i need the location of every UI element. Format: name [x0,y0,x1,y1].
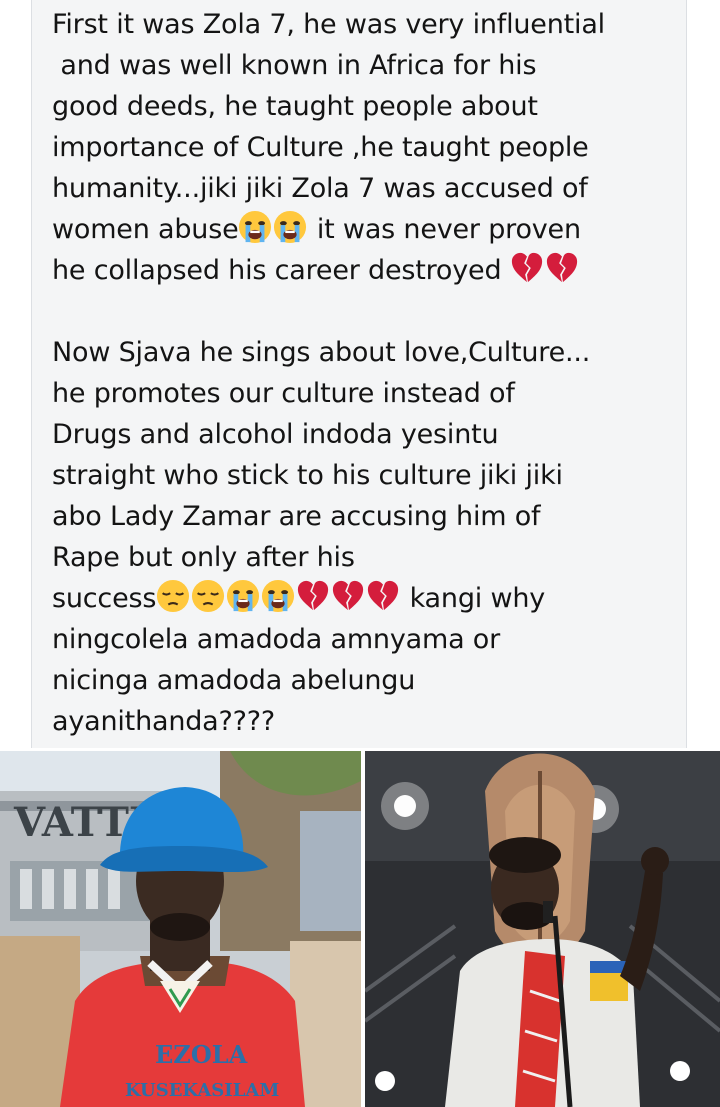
crying-face-icon [227,579,260,613]
text-line: abo Lady Zamar are accusing him of [52,501,541,532]
broken-heart-icon [511,252,542,283]
text-line: ningcolela amadoda amnyama or [52,624,501,655]
text-line: humanity...jiki jiki Zola 7 was accused … [52,173,588,204]
text-line: First it was Zola 7, he was very influen… [52,9,605,40]
text-line-with-emoji: women abuse it was never proven [52,209,682,250]
photo-sjava[interactable] [365,751,720,1107]
pensive-face-icon [192,579,225,613]
text-line: nicinga amadoda abelungu [52,665,416,696]
shirt-text: EZOLA [155,1040,248,1069]
crying-face-icon [274,210,307,244]
photo-collage: VATTER EZOLA KUSEKASILAM [0,751,720,1107]
text-fragment: he collapsed his career destroyed [52,255,510,286]
text-line: Drugs and alcohol indoda yesintu [52,419,499,450]
text-fragment: success [52,583,157,614]
text-fragment: kangi why [401,583,546,614]
photo-sjava-image [365,751,720,1107]
photo-zola-7-image: VATTER EZOLA KUSEKASILAM [0,751,361,1107]
text-line: and was well known in Africa for his [52,50,537,81]
text-line: straight who stick to his culture jiki j… [52,460,563,491]
text-line-with-emoji: he collapsed his career destroyed [52,250,682,291]
text-line: good deeds, he taught people about [52,91,538,122]
photo-zola-7[interactable]: VATTER EZOLA KUSEKASILAM [0,751,361,1107]
post-text: First it was Zola 7, he was very influen… [52,4,682,742]
crying-face-icon [239,210,272,244]
shirt-text: KUSEKASILAM [125,1080,279,1101]
crying-face-icon [262,579,295,613]
broken-heart-icon [368,580,399,611]
text-fragment: women abuse [52,214,239,245]
pensive-face-icon [157,579,190,613]
text-line-with-emoji: success kangi why [52,578,682,619]
text-line: importance of Culture ,he taught people [52,132,589,163]
text-line: he promotes our culture instead of [52,378,515,409]
text-line: Rape but only after his [52,542,355,573]
text-fragment: it was never proven [308,214,581,245]
text-line: ayanithanda???? [52,706,276,737]
broken-heart-icon [298,580,329,611]
broken-heart-icon [333,580,364,611]
text-line: Now Sjava he sings about love,Culture... [52,337,591,368]
broken-heart-icon [546,252,577,283]
